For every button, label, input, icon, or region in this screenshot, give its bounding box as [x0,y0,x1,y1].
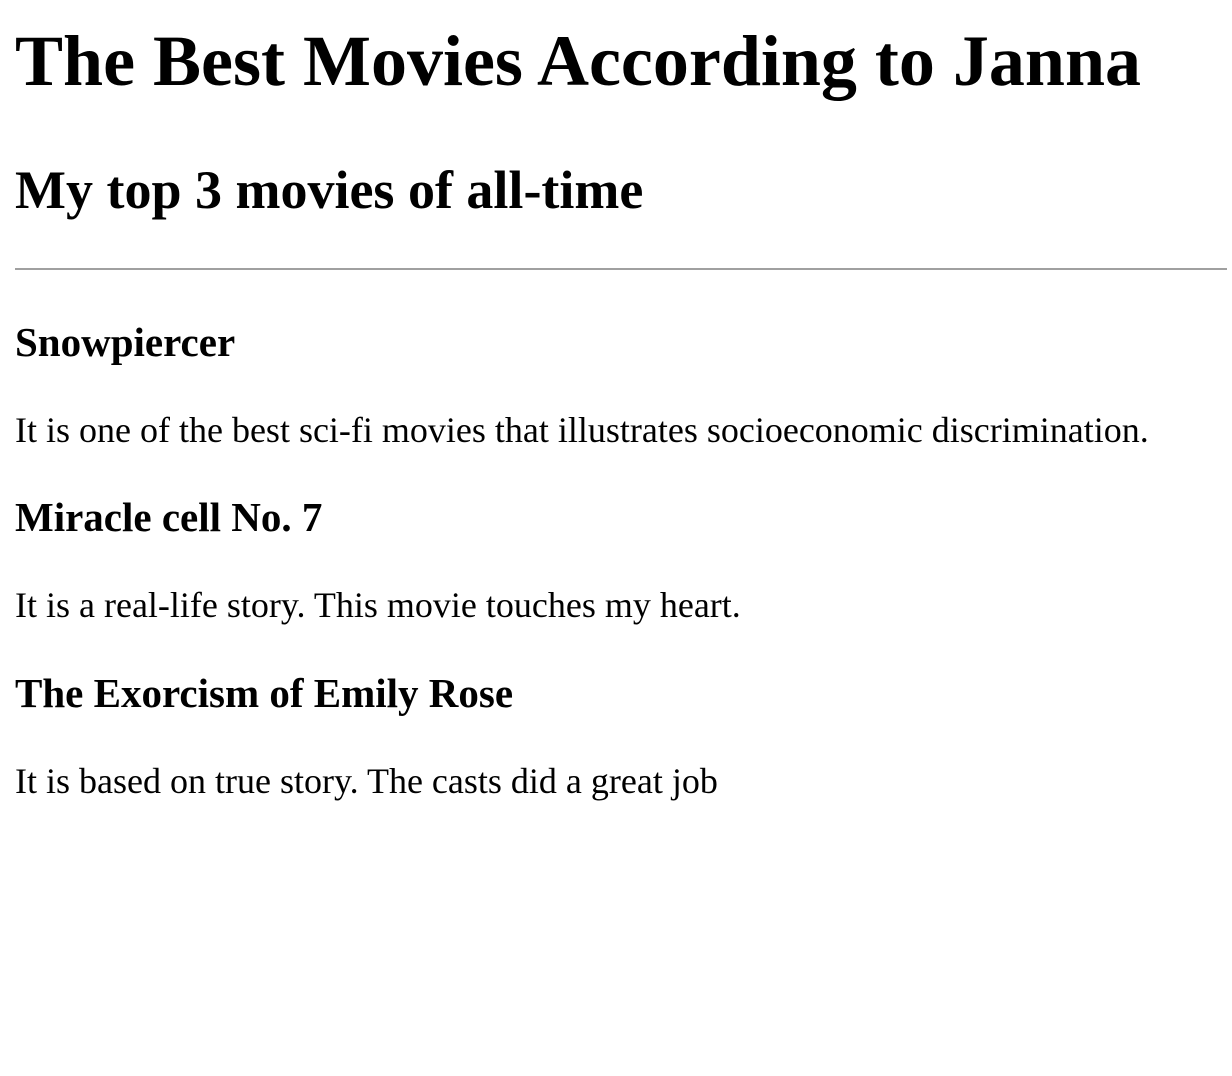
movie-item-miracle-cell: Miracle cell No. 7 It is a real-life sto… [15,495,1217,626]
movie-title: The Exorcism of Emily Rose [15,669,514,716]
movie-list: Snowpiercer It is one of the best sci-fi… [15,318,1217,802]
movie-description: It is a real-life story. This movie touc… [15,585,741,626]
page-subtitle: My top 3 movies of all-time [15,160,644,221]
movie-description: It is one of the best sci-fi movies that… [15,409,1149,450]
movie-description: It is based on true story. The casts did… [15,761,718,802]
movie-item-exorcism: The Exorcism of Emily Rose It is based o… [15,669,1217,802]
divider [15,267,1227,270]
page-title: The Best Movies According to Janna [15,21,1141,101]
movie-item-snowpiercer: Snowpiercer It is one of the best sci-fi… [15,318,1217,451]
movie-title: Miracle cell No. 7 [15,494,323,541]
movie-title: Snowpiercer [15,318,236,365]
